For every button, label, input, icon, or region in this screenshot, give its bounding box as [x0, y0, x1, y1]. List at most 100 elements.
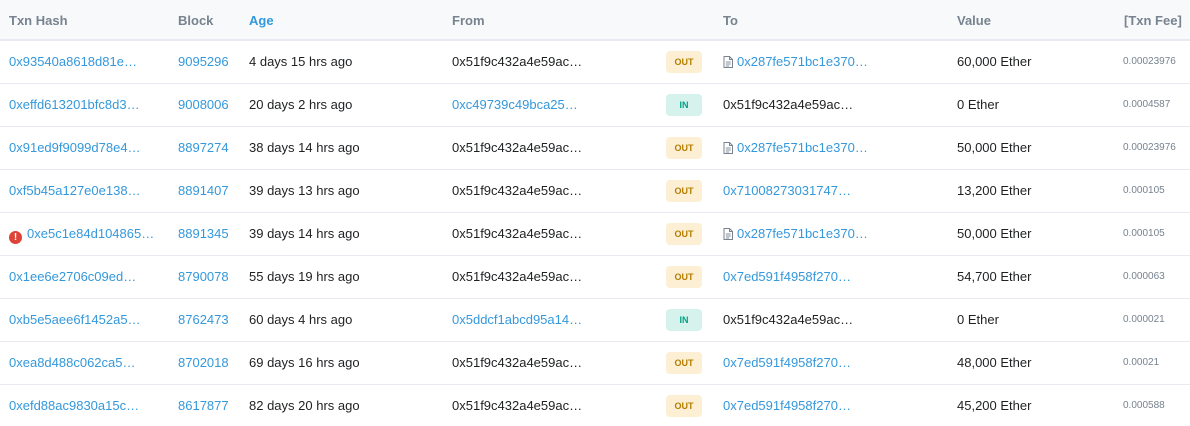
age-text: 38 days 14 hrs ago	[249, 140, 360, 155]
block-link[interactable]: 8702018	[178, 342, 229, 384]
table-row: 0xf5b45a127e0e138… 8891407 39 days 13 hr…	[0, 170, 1190, 213]
value-text: 13,200 Ether	[957, 183, 1032, 198]
txn-fee-text: 0.000063	[1123, 271, 1165, 282]
table-row: 0xefd88ac9830a15c… 8617877 82 days 20 hr…	[0, 385, 1190, 426]
txn-hash-text: 0x1ee6e2706c09ed…	[9, 269, 137, 284]
txn-hash-link[interactable]: 0xb5e5aee6f1452a5…	[9, 299, 141, 341]
value-text: 60,000 Ether	[957, 54, 1032, 69]
contract-document-icon	[723, 56, 733, 68]
direction-badge: OUT	[666, 137, 702, 159]
contract-document-icon	[723, 142, 733, 154]
txn-hash-link[interactable]: ! 0xe5c1e84d104865…	[9, 213, 154, 255]
age-text: 20 days 2 hrs ago	[249, 97, 353, 112]
to-address-link[interactable]: 0x7ed591f4958f270…	[723, 256, 851, 298]
txn-hash-link[interactable]: 0xeffd613201bfc8d3…	[9, 84, 140, 126]
block-link[interactable]: 9008006	[178, 84, 229, 126]
to-address-text: 0x71008273031747…	[723, 183, 851, 198]
block-link[interactable]: 8790078	[178, 256, 229, 298]
age-text: 82 days 20 hrs ago	[249, 398, 360, 413]
direction-badge: IN	[666, 94, 702, 116]
block-link[interactable]: 8891345	[178, 213, 229, 255]
age-text: 4 days 15 hrs ago	[249, 54, 353, 69]
txn-fee-text: 0.000021	[1123, 314, 1165, 325]
block-link[interactable]: 9095296	[178, 41, 229, 83]
to-address: 0x51f9c432a4e59ac…	[723, 84, 853, 126]
header-txn-fee-toggle[interactable]: [Txn Fee]	[1124, 0, 1182, 41]
direction-badge: OUT	[666, 352, 702, 374]
block-link[interactable]: 8617877	[178, 385, 229, 426]
value-text: 0 Ether	[957, 97, 999, 112]
txn-hash-link[interactable]: 0x93540a8618d81e…	[9, 41, 137, 83]
to-address-link[interactable]: 0x287fe571bc1e370…	[723, 127, 868, 169]
table-row: 0x91ed9f9099d78e4… 8897274 38 days 14 hr…	[0, 127, 1190, 170]
txn-hash-text: 0xefd88ac9830a15c…	[9, 398, 140, 413]
block-link[interactable]: 8762473	[178, 299, 229, 341]
from-address: 0x51f9c432a4e59ac…	[452, 398, 583, 413]
block-link[interactable]: 8897274	[178, 127, 229, 169]
table-header: Txn Hash Block Age From To Value [Txn Fe…	[0, 0, 1190, 41]
to-address: 0x51f9c432a4e59ac…	[723, 299, 853, 341]
direction-badge: OUT	[666, 180, 702, 202]
header-age-toggle[interactable]: Age	[249, 0, 274, 41]
txn-hash-text: 0xea8d488c062ca5…	[9, 355, 136, 370]
table-row: 0xeffd613201bfc8d3… 9008006 20 days 2 hr…	[0, 84, 1190, 127]
direction-badge: OUT	[666, 266, 702, 288]
txn-fee-text: 0.00021	[1123, 357, 1160, 368]
table-row: 0x93540a8618d81e… 9095296 4 days 15 hrs …	[0, 41, 1190, 84]
contract-document-icon	[723, 228, 733, 240]
to-address-link[interactable]: 0x287fe571bc1e370…	[723, 213, 868, 255]
direction-badge: OUT	[666, 223, 702, 245]
direction-badge: OUT	[666, 395, 702, 417]
age-text: 60 days 4 hrs ago	[249, 312, 353, 327]
to-address-text: 0x7ed591f4958f270…	[723, 398, 851, 413]
block-link[interactable]: 8891407	[178, 170, 229, 212]
value-text: 50,000 Ether	[957, 140, 1032, 155]
header-txn-hash: Txn Hash	[9, 13, 68, 28]
txn-hash-link[interactable]: 0xf5b45a127e0e138…	[9, 170, 141, 212]
value-text: 54,700 Ether	[957, 269, 1032, 284]
header-from: From	[452, 13, 485, 28]
txn-fee-text: 0.000588	[1123, 400, 1165, 411]
txn-fee-text: 0.000105	[1123, 185, 1165, 196]
from-address-link[interactable]: 0xc49739c49bca25…	[452, 84, 578, 126]
txn-fee-text: 0.00023976	[1123, 56, 1176, 67]
txn-hash-link[interactable]: 0x1ee6e2706c09ed…	[9, 256, 136, 298]
age-text: 39 days 13 hrs ago	[249, 183, 360, 198]
txn-hash-link[interactable]: 0xefd88ac9830a15c…	[9, 385, 139, 426]
from-address: 0x51f9c432a4e59ac…	[452, 140, 583, 155]
table-row: 0xea8d488c062ca5… 8702018 69 days 16 hrs…	[0, 342, 1190, 385]
error-alert-icon: !	[9, 231, 22, 244]
txn-hash-text: 0xf5b45a127e0e138…	[9, 183, 141, 198]
to-address-link[interactable]: 0x287fe571bc1e370…	[723, 41, 868, 83]
to-address-link[interactable]: 0x7ed591f4958f270…	[723, 342, 851, 384]
to-address-text: 0x287fe571bc1e370…	[737, 226, 868, 241]
to-address-link[interactable]: 0x7ed591f4958f270…	[723, 385, 851, 426]
from-address-link[interactable]: 0x5ddcf1abcd95a14…	[452, 299, 582, 341]
txn-hash-text: 0xeffd613201bfc8d3…	[9, 97, 140, 112]
direction-badge: OUT	[666, 51, 702, 73]
txn-hash-link[interactable]: 0x91ed9f9099d78e4…	[9, 127, 141, 169]
to-address-text: 0x51f9c432a4e59ac…	[723, 97, 854, 112]
value-text: 48,000 Ether	[957, 355, 1032, 370]
txn-hash-text: 0x91ed9f9099d78e4…	[9, 140, 141, 155]
value-text: 45,200 Ether	[957, 398, 1032, 413]
table-row: 0x1ee6e2706c09ed… 8790078 55 days 19 hrs…	[0, 256, 1190, 299]
value-text: 0 Ether	[957, 312, 999, 327]
txn-hash-text: 0x93540a8618d81e…	[9, 54, 137, 69]
to-address-text: 0x287fe571bc1e370…	[737, 140, 868, 155]
from-address: 0x51f9c432a4e59ac…	[452, 269, 583, 284]
to-address-text: 0x7ed591f4958f270…	[723, 269, 851, 284]
direction-badge: IN	[666, 309, 702, 331]
header-to: To	[723, 13, 738, 28]
txn-fee-text: 0.0004587	[1123, 99, 1171, 110]
txn-fee-text: 0.00023976	[1123, 142, 1176, 153]
to-address-link[interactable]: 0x71008273031747…	[723, 170, 851, 212]
header-value: Value	[957, 13, 991, 28]
txn-fee-text: 0.000105	[1123, 228, 1165, 239]
from-address: 0x51f9c432a4e59ac…	[452, 183, 583, 198]
to-address-text: 0x7ed591f4958f270…	[723, 355, 851, 370]
transactions-table: Txn Hash Block Age From To Value [Txn Fe…	[0, 0, 1190, 426]
from-address: 0x51f9c432a4e59ac…	[452, 54, 583, 69]
from-address: 0x51f9c432a4e59ac…	[452, 226, 583, 241]
txn-hash-link[interactable]: 0xea8d488c062ca5…	[9, 342, 136, 384]
